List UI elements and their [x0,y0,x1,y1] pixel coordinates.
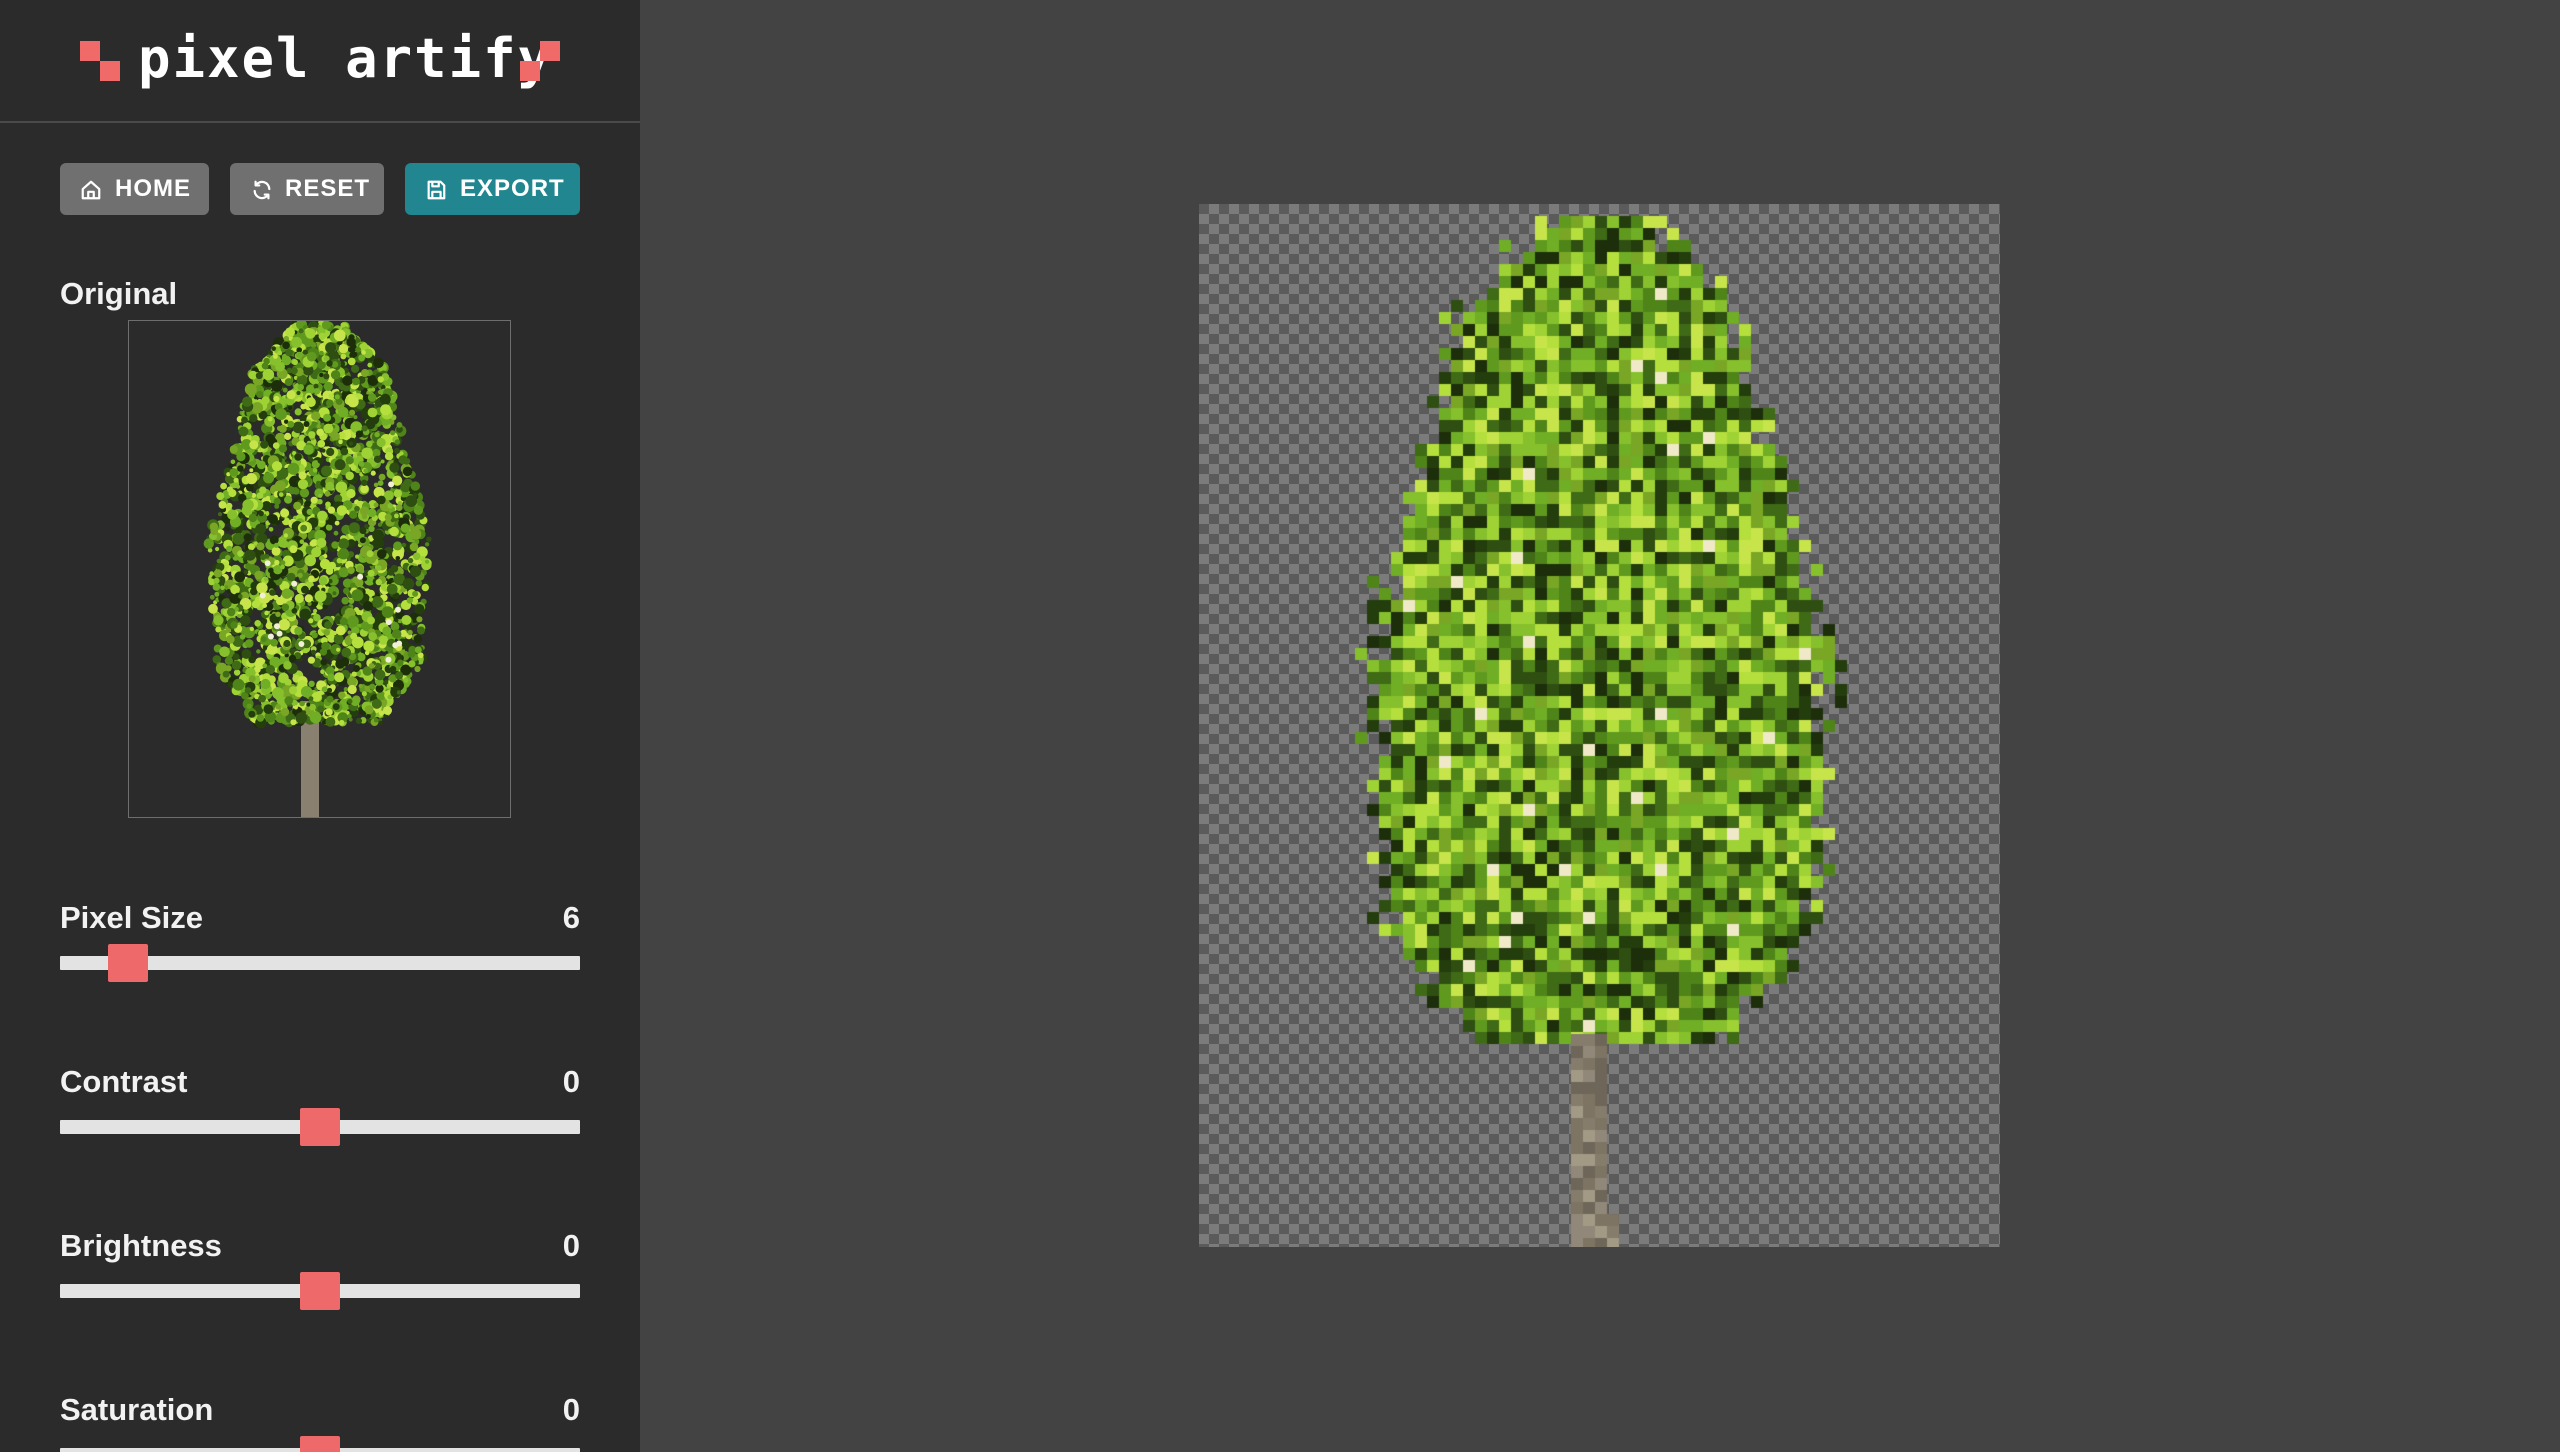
pixelated-output-canvas[interactable] [1199,204,2000,1247]
contrast-label: Contrast [60,1064,188,1099]
pixel-size-slider-thumb[interactable] [107,944,148,982]
original-tree-image [203,321,432,817]
app-root: pixel artify HOME RESET EXPORT Original … [0,0,2560,1452]
brightness-slider-thumb[interactable] [300,1272,340,1310]
brightness-value: 0 [562,1228,580,1263]
contrast-slider-thumb[interactable] [300,1108,340,1146]
original-label: Original [60,276,178,311]
pixelated-tree-image [1199,204,2000,1247]
export-button[interactable]: EXPORT [405,163,580,215]
home-button[interactable]: HOME [60,163,209,215]
original-image-preview [128,320,511,818]
home-button-label: HOME [115,175,191,202]
saturation-label: Saturation [60,1392,214,1427]
pixel-size-value: 6 [562,900,580,935]
reset-button-label: RESET [285,175,371,202]
pixel-size-label: Pixel Size [60,900,204,935]
brand-header: pixel artify [0,0,640,123]
pixel-logo-icon [520,41,560,81]
app-title: pixel artify [138,27,553,90]
canvas-area [640,0,2560,1452]
export-button-label: EXPORT [460,175,565,202]
sidebar: pixel artify HOME RESET EXPORT Original … [0,0,640,1452]
save-icon [427,180,446,200]
saturation-slider-thumb[interactable] [300,1436,340,1452]
brightness-label: Brightness [60,1228,222,1263]
pixel-logo-icon [80,41,120,81]
reset-button[interactable]: RESET [230,163,384,215]
saturation-value: 0 [562,1392,580,1427]
home-icon [81,180,101,200]
contrast-value: 0 [562,1064,580,1099]
refresh-icon [253,180,271,200]
